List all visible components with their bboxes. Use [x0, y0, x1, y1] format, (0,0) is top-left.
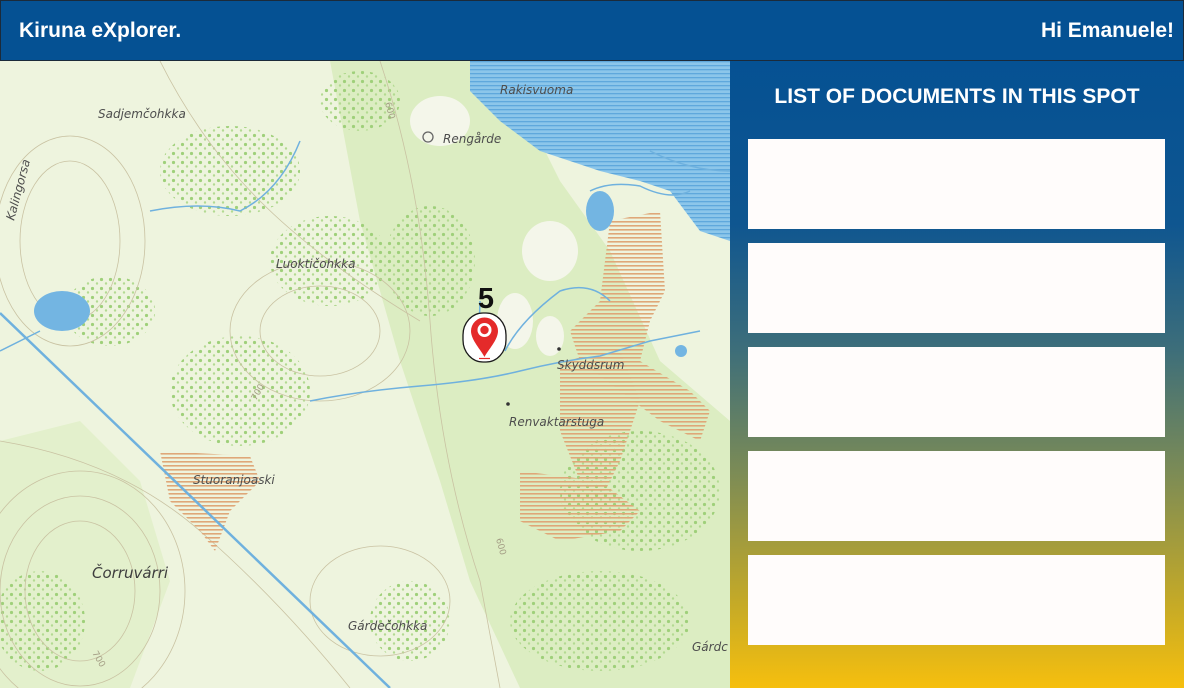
document-card[interactable]: [748, 139, 1165, 229]
document-card[interactable]: [748, 347, 1165, 437]
renvaktarstuga-symbol: [506, 402, 510, 406]
map-pin-icon[interactable]: [462, 312, 507, 363]
app-title[interactable]: Kiruna eXplorer.: [19, 19, 181, 43]
documents-panel: LIST OF DOCUMENTS IN THIS SPOT: [730, 61, 1184, 688]
document-card[interactable]: [748, 243, 1165, 333]
place-stuoranjoaski: Stuoranjoaski: [193, 473, 275, 487]
document-location-marker[interactable]: [462, 312, 507, 363]
place-rengarde: Rengårde: [443, 132, 501, 146]
place-gardecohkka: Gárdečohkka: [348, 619, 427, 633]
place-sadjemcohkka: Sadjemčohkka: [98, 107, 186, 121]
place-rakisvuoma: Rakisvuoma: [500, 83, 573, 97]
place-gardc: Gárdc: [692, 640, 728, 654]
document-card[interactable]: [748, 451, 1165, 541]
marker-document-count: 5: [477, 283, 495, 315]
place-luokticohkka: Luoktičohkka: [276, 257, 355, 271]
document-card[interactable]: [748, 555, 1165, 645]
map-view[interactable]: Sadjemčohkka Rakisvuoma Rengårde Luoktič…: [0, 61, 730, 688]
place-skyddsrum: Skyddsrum: [557, 358, 624, 372]
documents-panel-title: LIST OF DOCUMENTS IN THIS SPOT: [774, 85, 1140, 108]
skyddsrum-symbol: [557, 347, 561, 351]
topographic-map[interactable]: Sadjemčohkka Rakisvuoma Rengårde Luoktič…: [0, 61, 730, 688]
top-navigation-bar: Kiruna eXplorer. Hi Emanuele!: [0, 0, 1184, 61]
place-corruvarri: Čorruvárri: [92, 563, 169, 582]
place-renvaktarstuga: Renvaktarstuga: [509, 415, 604, 429]
user-greeting: Hi Emanuele!: [1040, 18, 1174, 42]
